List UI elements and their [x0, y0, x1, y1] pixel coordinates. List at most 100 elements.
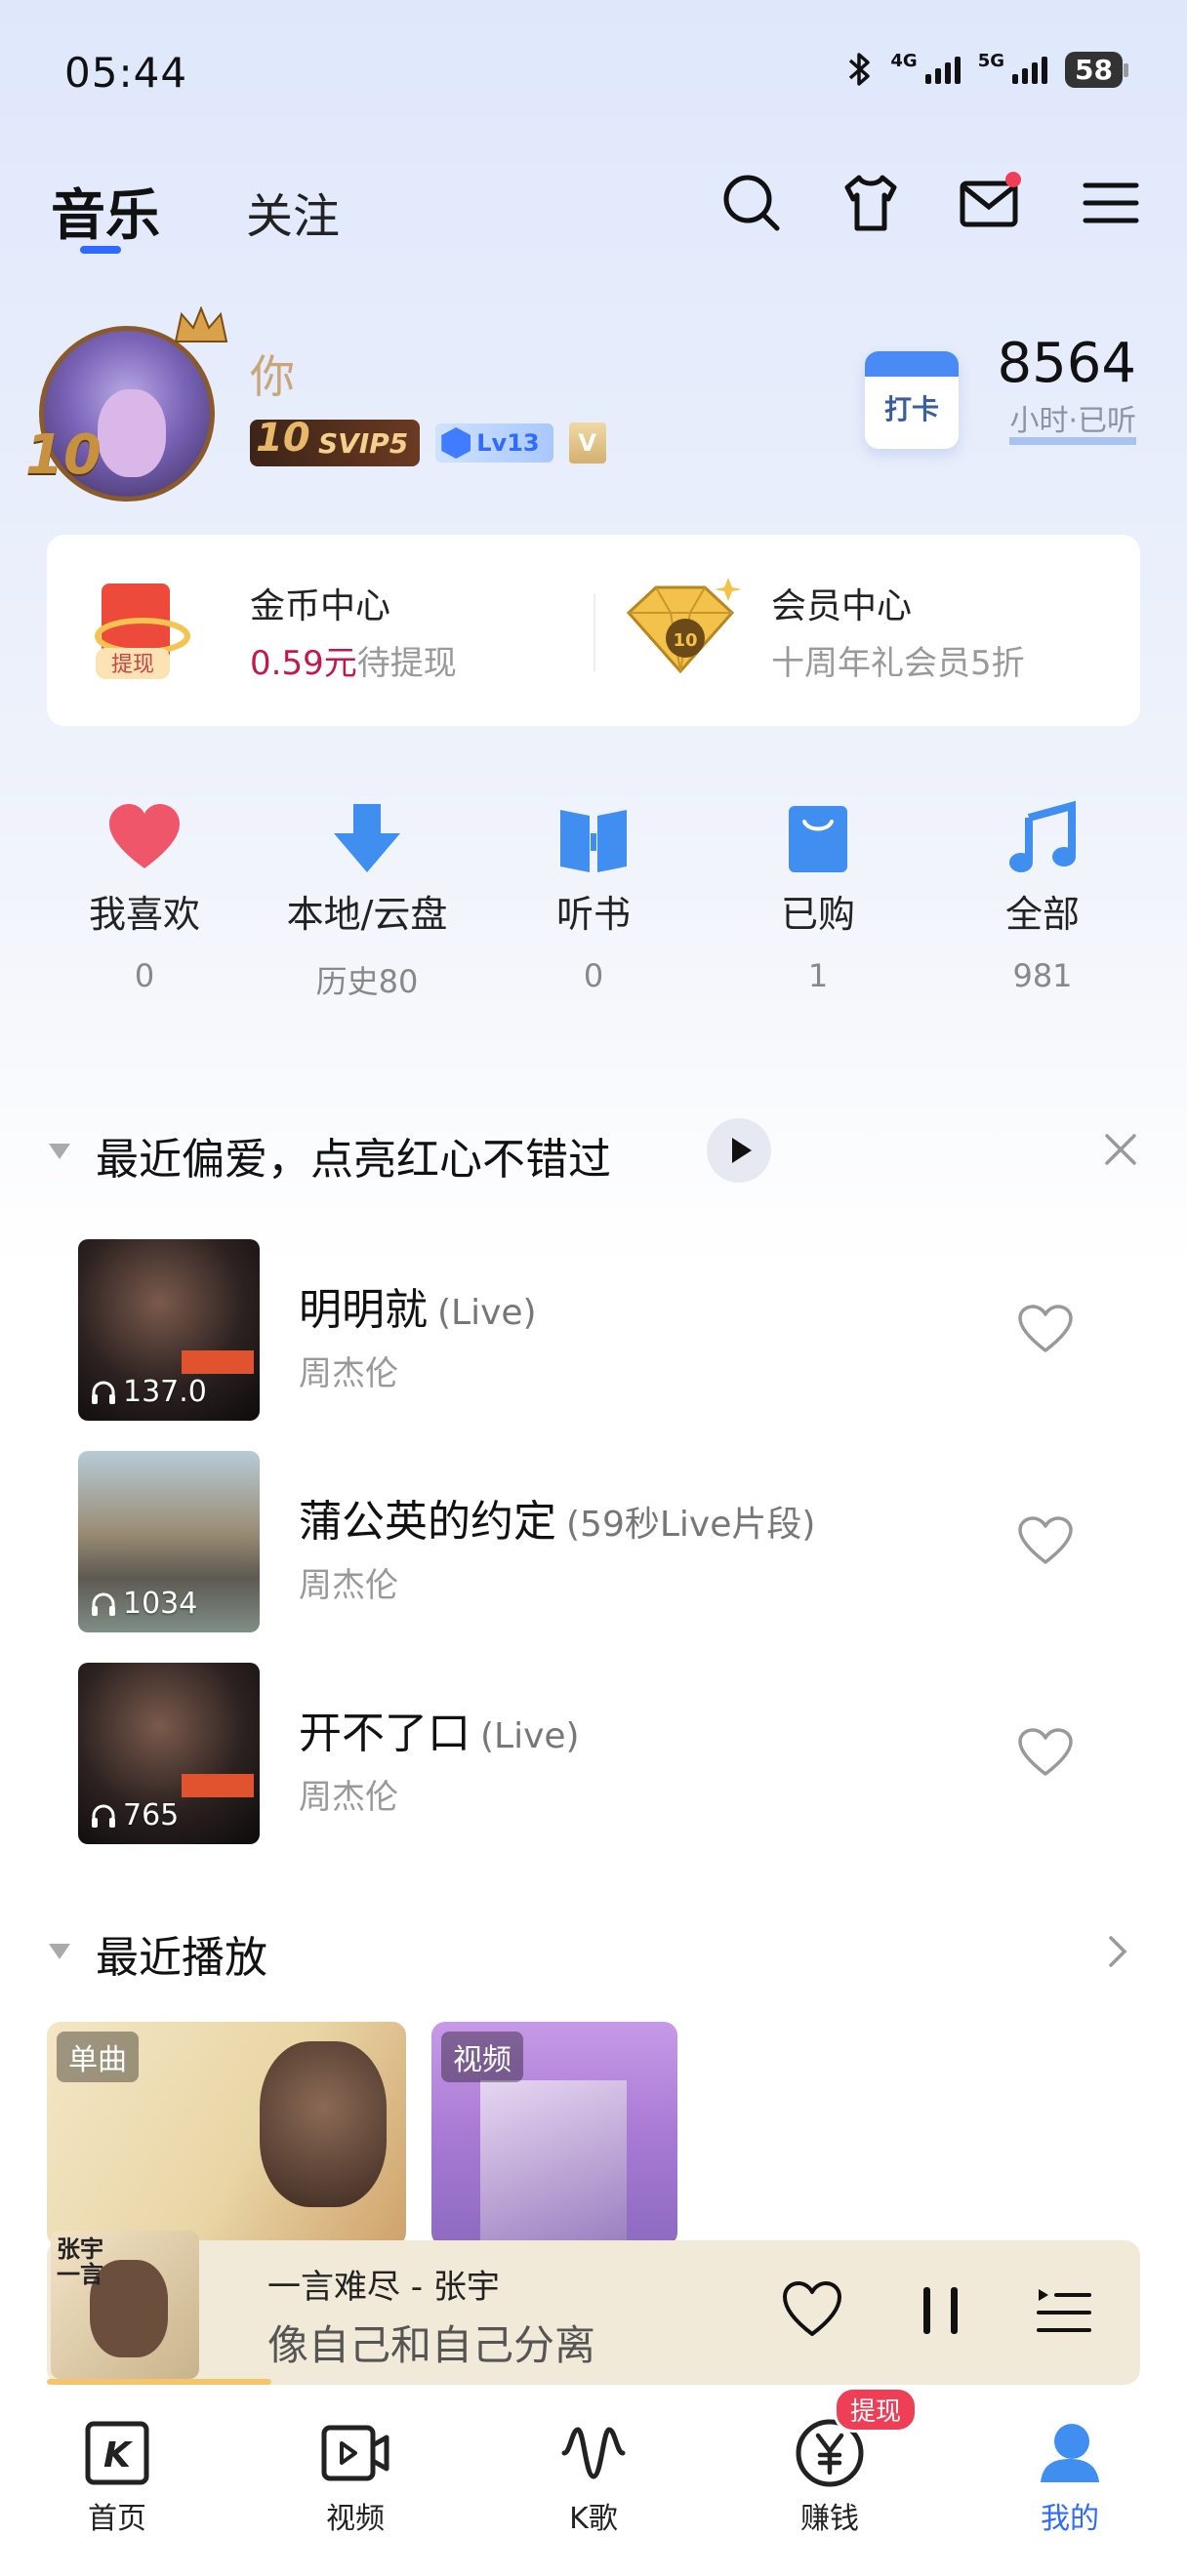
svip-label: SVIP5 [318, 426, 409, 460]
bottom-nav: K 首页 视频 K歌 赚钱 我的 [0, 2400, 1187, 2576]
list-item[interactable]: 137.0 明明就 (Live) 周杰伦 [78, 1239, 1113, 1421]
play-count: 765 [90, 1798, 179, 1832]
collapse-caret-icon[interactable] [47, 1942, 72, 1961]
vip-diamond-icon[interactable]: 10 [617, 574, 744, 681]
quick-local-cloud[interactable]: 本地/云盘 历史80 [269, 800, 465, 1002]
nav-home[interactable]: K 首页 [39, 2416, 195, 2537]
mail-icon[interactable] [959, 172, 1021, 234]
music-note-icon [1009, 800, 1076, 872]
player-track-title: 一言难尽 - 张宇 [267, 2268, 500, 2307]
pause-icon[interactable] [910, 2279, 972, 2342]
recent-item-single[interactable]: 单曲 [47, 2022, 406, 2246]
user-icon [1041, 2424, 1099, 2482]
quick-favorites[interactable]: 我喜欢 0 [47, 800, 242, 994]
tab-music[interactable]: 音乐 [51, 172, 160, 251]
player-progress [47, 2379, 271, 2385]
coin-center-subtitle[interactable]: 0.59元待提现 [250, 636, 457, 684]
v-badge[interactable]: V [568, 423, 606, 463]
tab-follow[interactable]: 关注 [246, 178, 340, 246]
level-badge[interactable]: Lv13 [435, 423, 553, 463]
red-envelope-icon[interactable]: 提现 [84, 578, 193, 687]
k-song-icon [561, 2427, 626, 2479]
center-card: 提现 金币中心 0.59元待提现 10 会员中心 十周年礼会员5折 [47, 535, 1140, 726]
close-icon[interactable] [1099, 1128, 1142, 1171]
list-item[interactable]: 1034 蒲公英的约定 (59秒Live片段) 周杰伦 [78, 1451, 1113, 1632]
recent-item-video[interactable]: 视频 [431, 2022, 677, 2246]
favorites-section-title: 最近偏爱，点亮红心不错过 [96, 1135, 611, 1185]
play-count: 1034 [90, 1587, 197, 1621]
player-cover[interactable]: 张宇 一言 [51, 2231, 199, 2379]
nav-label: K歌 [569, 2502, 618, 2536]
nav-earn[interactable]: 赚钱 [752, 2416, 908, 2537]
nav-label: 首页 [88, 2502, 146, 2536]
checkin-label: 打卡 [883, 393, 939, 425]
listen-hours-label: 小时·已听 [1009, 406, 1136, 445]
heart-outline-icon[interactable] [1017, 1727, 1074, 1778]
k-home-icon: K [85, 2421, 149, 2485]
skin-shirt-icon[interactable] [839, 172, 902, 234]
heart-icon [109, 804, 180, 868]
tab-active-indicator [80, 246, 121, 254]
playlist-icon[interactable] [1033, 2279, 1095, 2342]
chevron-right-icon[interactable] [1103, 1932, 1132, 1971]
book-icon [560, 810, 627, 872]
vip-center-title[interactable]: 会员中心 [771, 578, 912, 628]
collapse-caret-icon[interactable] [47, 1142, 72, 1161]
heart-outline-icon[interactable] [1017, 1304, 1074, 1354]
nav-ksong[interactable]: K歌 [515, 2416, 672, 2537]
headphones-icon [92, 1592, 115, 1616]
nav-label: 视频 [326, 2502, 385, 2536]
coin-amount: 0.59元 [250, 644, 357, 683]
quick-label: 已购 [780, 893, 855, 936]
nav-label: 我的 [1041, 2502, 1099, 2536]
player-lyric: 像自己和自己分离 [267, 2321, 596, 2369]
coin-center-title[interactable]: 金币中心 [250, 578, 390, 628]
video-icon [321, 2425, 389, 2481]
status-time: 05:44 [64, 49, 188, 97]
quick-label: 我喜欢 [88, 893, 200, 936]
quick-purchased[interactable]: 已购 1 [720, 800, 916, 994]
username[interactable]: 你 [250, 342, 295, 406]
quick-label: 本地/云盘 [286, 893, 448, 936]
play-count-value: 1034 [123, 1587, 198, 1621]
svip-badge[interactable]: 10 SVIP5 [250, 416, 421, 466]
listen-hours[interactable]: 8564 [997, 332, 1136, 395]
cover-figure [260, 2041, 387, 2207]
card-divider [594, 593, 595, 671]
calendar-icon [865, 351, 959, 377]
song-artist: 周杰伦 [299, 1566, 398, 1605]
network-label-2: 5G [977, 50, 1005, 71]
song-cover: 765 [78, 1663, 260, 1844]
bluetooth-icon [849, 53, 871, 86]
nav-video[interactable]: 视频 [277, 2416, 433, 2537]
avatar[interactable]: 10 [25, 306, 230, 502]
search-icon[interactable] [720, 172, 783, 234]
play-count: 137.0 [90, 1375, 207, 1409]
menu-icon[interactable] [1080, 172, 1142, 234]
quick-audiobook[interactable]: 听书 0 [496, 800, 691, 994]
mini-player[interactable]: 张宇 一言 一言难尽 - 张宇 像自己和自己分离 [47, 2231, 1140, 2385]
list-item[interactable]: 765 开不了口 (Live) 周杰伦 [78, 1663, 1113, 1844]
quick-count: 981 [1012, 957, 1073, 994]
play-all-button[interactable] [707, 1118, 771, 1183]
recent-section-title: 最近播放 [96, 1933, 267, 1983]
signal-icon [924, 55, 961, 84]
badge-row: 10 SVIP5 Lv13 V [250, 416, 606, 466]
nav-mine[interactable]: 我的 [992, 2416, 1148, 2537]
song-artist: 周杰伦 [299, 1778, 398, 1817]
crown-icon [174, 306, 228, 342]
player-heart-icon[interactable] [781, 2279, 843, 2342]
quick-count: 0 [583, 957, 604, 994]
song-name: 蒲公英的约定 [299, 1497, 556, 1547]
song-title: 开不了口 (Live) [299, 1698, 580, 1760]
vip-center-subtitle[interactable]: 十周年礼会员5折 [771, 636, 1025, 684]
download-icon [334, 804, 400, 872]
quick-label: 全部 [1004, 893, 1080, 936]
svg-text:10: 10 [673, 630, 697, 651]
quick-all[interactable]: 全部 981 [945, 800, 1140, 994]
coin-icon-label: 提现 [111, 653, 154, 677]
checkin-button[interactable]: 打卡 [865, 351, 959, 449]
heart-outline-icon[interactable] [1017, 1515, 1074, 1566]
battery-icon: 58 [1065, 51, 1128, 88]
network-label-1: 4G [890, 50, 918, 71]
